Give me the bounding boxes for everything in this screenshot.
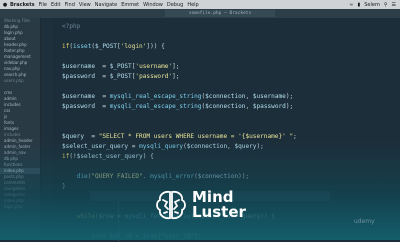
code-token: ]; [172, 73, 180, 80]
code-token: 'login' [120, 43, 147, 50]
wifi-icon[interactable]: ≈ [349, 2, 353, 8]
code-token: 'password' [135, 73, 173, 80]
menu-find[interactable]: Find [65, 2, 75, 8]
menu-list-icon[interactable]: ☰ [392, 2, 396, 8]
code-token: $username [62, 93, 96, 100]
udemy-watermark: udemy [354, 218, 375, 225]
code-line[interactable]: if(isset($_POST['login'])) { [62, 42, 297, 52]
code-line[interactable]: $password = mysqli_real_escape_string($c… [62, 102, 297, 112]
apple-icon[interactable]: ● [0, 2, 10, 8]
code-token: , [245, 103, 253, 110]
code-token: $password [252, 103, 286, 110]
menu-edit[interactable]: Edit [51, 2, 61, 8]
code-line[interactable] [62, 32, 297, 42]
code-token: ); [285, 93, 294, 100]
code-token: = [95, 73, 110, 80]
menu-debug[interactable]: Debug [167, 2, 183, 8]
code-token: 'username' [135, 63, 173, 70]
code-token: $_POST [95, 43, 118, 50]
code-token: ); [285, 103, 294, 110]
search-icon[interactable]: ⚲ [384, 2, 388, 8]
logo-word-luster: Luster [192, 203, 246, 221]
code-token: $_POST [109, 73, 132, 80]
code-line[interactable]: $password = $_POST['password']; [62, 72, 297, 82]
code-line[interactable] [62, 122, 297, 132]
menu-bar: ● Brackets File Edit Find View Navigate … [0, 0, 400, 9]
code-token: = [84, 133, 99, 140]
code-token: ])) { [146, 43, 165, 50]
code-line[interactable]: $username = $_POST['username']; [62, 62, 297, 72]
code-token: $connection [205, 103, 246, 110]
window-title-bar: somefile.php — Brackets [0, 9, 400, 18]
code-line[interactable] [62, 112, 297, 122]
code-token: $_POST [109, 63, 132, 70]
menu-file[interactable]: File [39, 2, 47, 8]
code-line[interactable]: $username = mysqli_real_escape_string($c… [62, 92, 297, 102]
code-token: "SELECT * FROM users WHERE username = '{… [98, 133, 294, 140]
window-title: somefile.php — Brackets [165, 10, 275, 17]
code-token: mysqli_real_escape_string [109, 93, 202, 100]
battery-icon[interactable]: ▮ [357, 2, 360, 8]
menu-window[interactable]: Window [143, 2, 163, 8]
menubar-status-area: ≈ ▮ Selem ⚲ ☰ [345, 2, 400, 8]
menu-view[interactable]: View [79, 2, 91, 8]
menu-help[interactable]: Help [187, 2, 198, 8]
user-name[interactable]: Selem [364, 2, 380, 8]
code-token: mysqli_real_escape_string [109, 103, 202, 110]
code-token: isset [73, 43, 92, 50]
code-token: $connection [205, 93, 246, 100]
code-token: = [95, 103, 110, 110]
brain-icon [156, 190, 186, 220]
menu-app-name[interactable]: Brackets [10, 2, 35, 8]
code-line[interactable] [62, 82, 297, 92]
code-token: ; [293, 133, 297, 140]
code-token: $username [62, 63, 96, 70]
code-line[interactable]: <?php [62, 22, 297, 32]
code-token: = [95, 93, 110, 100]
code-token: = [95, 63, 110, 70]
menu-navigate[interactable]: Navigate [95, 2, 117, 8]
menu-emmet[interactable]: Emmet [121, 2, 139, 8]
code-token: $password [62, 103, 96, 110]
code-token: , [245, 93, 253, 100]
code-token: ]; [172, 63, 180, 70]
code-token: $password [62, 73, 96, 80]
code-token: $query [62, 133, 85, 140]
code-token: <?php [62, 23, 81, 30]
mindluster-logo: Mind Luster [154, 188, 246, 222]
logo-text: Mind Luster [192, 190, 246, 220]
code-token: $username [252, 93, 286, 100]
code-line[interactable] [62, 52, 297, 62]
